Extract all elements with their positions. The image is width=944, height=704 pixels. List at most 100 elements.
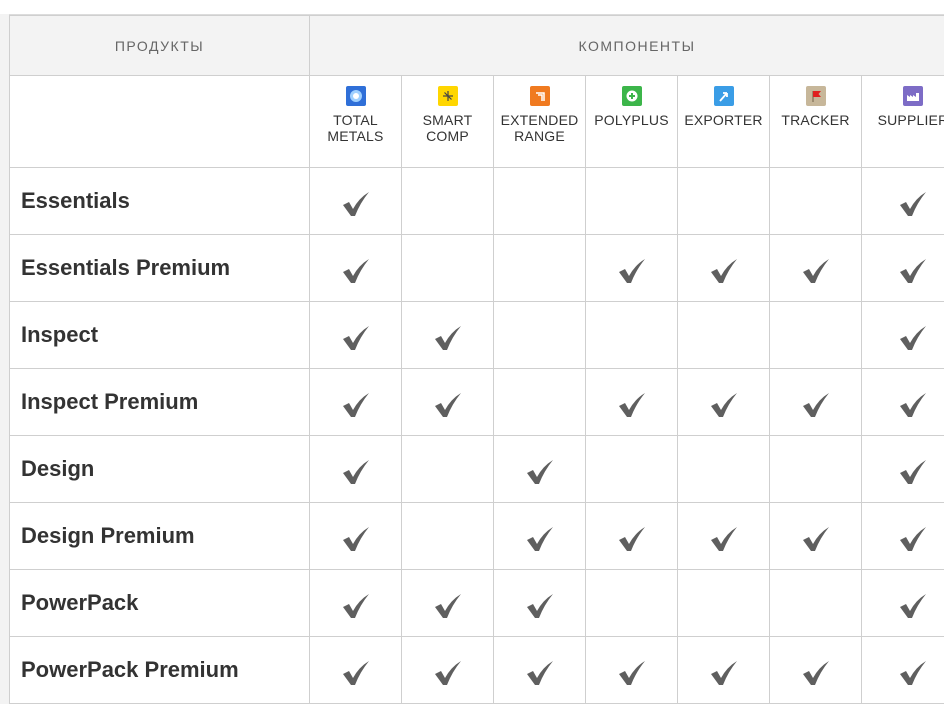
cell-extended (493, 234, 586, 302)
product-name: Essentials Premium (9, 234, 310, 302)
cell-total (309, 435, 402, 503)
cell-polyplus (585, 234, 678, 302)
cell-extended (493, 435, 586, 503)
product-name: PowerPack Premium (9, 636, 310, 704)
cell-extended (493, 167, 586, 235)
cell-smart (401, 167, 494, 235)
cell-supplier (861, 636, 944, 704)
checkmark-icon (678, 257, 769, 285)
table-row: Inspect (9, 301, 944, 369)
smart-comp-icon (437, 86, 458, 106)
checkmark-icon (310, 190, 401, 218)
cell-polyplus (585, 502, 678, 570)
cell-supplier (861, 502, 944, 570)
checkmark-icon (862, 324, 944, 352)
cell-total (309, 569, 402, 637)
supplier-icon (903, 86, 923, 106)
cell-tracker (769, 368, 862, 436)
component-column-exporter: EXPORTER (677, 75, 770, 168)
component-column-polyplus: POLYPLUS (585, 75, 678, 168)
cell-tracker (769, 167, 862, 235)
checkmark-icon (862, 659, 944, 687)
cell-exporter (677, 569, 770, 637)
cell-extended (493, 368, 586, 436)
checkmark-icon (494, 525, 585, 553)
table-row: Design Premium (9, 502, 944, 570)
product-name: Essentials (9, 167, 310, 235)
cell-total (309, 636, 402, 704)
product-name: Design Premium (9, 502, 310, 570)
checkmark-icon (770, 257, 861, 285)
extended-range-icon (529, 86, 550, 106)
cell-extended (493, 502, 586, 570)
cell-total (309, 301, 402, 369)
cell-polyplus (585, 368, 678, 436)
checkmark-icon (310, 257, 401, 285)
component-name: EXPORTER (684, 112, 763, 128)
checkmark-icon (770, 391, 861, 419)
polyplus-icon (621, 86, 642, 106)
component-name: TRACKER (781, 112, 850, 128)
cell-total (309, 167, 402, 235)
checkmark-icon (862, 458, 944, 486)
checkmark-icon (770, 659, 861, 687)
cell-supplier (861, 301, 944, 369)
product-name: Inspect Premium (9, 368, 310, 436)
checkmark-icon (586, 257, 677, 285)
cell-smart (401, 502, 494, 570)
component-column-supplier: SUPPLIER (861, 75, 944, 168)
table-row: Design (9, 435, 944, 503)
checkmark-icon (402, 391, 493, 419)
product-name: Inspect (9, 301, 310, 369)
table-row: Inspect Premium (9, 368, 944, 436)
component-column-total: TOTAL METALS (309, 75, 402, 168)
component-name: POLYPLUS (594, 112, 669, 128)
cell-extended (493, 569, 586, 637)
components-header: КОМПОНЕНТЫ (309, 15, 944, 76)
cell-supplier (861, 368, 944, 436)
checkmark-icon (586, 391, 677, 419)
empty-corner-cell (9, 75, 310, 168)
cell-tracker (769, 435, 862, 503)
component-names-row: TOTAL METALS SMART COMP EXTENDED RANGE POLYPLU… (9, 75, 944, 168)
cell-total (309, 234, 402, 302)
cell-tracker (769, 636, 862, 704)
checkmark-icon (494, 592, 585, 620)
cell-extended (493, 301, 586, 369)
table-row: PowerPack Premium (9, 636, 944, 704)
cell-polyplus (585, 435, 678, 503)
cell-tracker (769, 234, 862, 302)
product-name: Design (9, 435, 310, 503)
checkmark-icon (402, 324, 493, 352)
cell-smart (401, 368, 494, 436)
total-metals-icon (345, 86, 366, 106)
cell-tracker (769, 301, 862, 369)
cell-total (309, 368, 402, 436)
checkmark-icon (402, 659, 493, 687)
component-name: SMART (422, 112, 473, 128)
cell-tracker (769, 569, 862, 637)
component-name: TOTAL (333, 112, 378, 128)
component-column-tracker: TRACKER (769, 75, 862, 168)
cell-exporter (677, 502, 770, 570)
cell-smart (401, 301, 494, 369)
cell-exporter (677, 368, 770, 436)
cell-tracker (769, 502, 862, 570)
cell-supplier (861, 167, 944, 235)
checkmark-icon (310, 324, 401, 352)
cell-polyplus (585, 636, 678, 704)
component-name-line2: METALS (327, 128, 384, 144)
table-row: Essentials (9, 167, 944, 235)
cell-smart (401, 569, 494, 637)
cell-total (309, 502, 402, 570)
cell-supplier (861, 234, 944, 302)
cell-polyplus (585, 167, 678, 235)
cell-extended (493, 636, 586, 704)
checkmark-icon (862, 190, 944, 218)
checkmark-icon (770, 525, 861, 553)
checkmark-icon (862, 592, 944, 620)
component-column-extended: EXTENDED RANGE (493, 75, 586, 168)
checkmark-icon (310, 525, 401, 553)
cell-exporter (677, 167, 770, 235)
products-header: ПРОДУКТЫ (9, 15, 310, 76)
